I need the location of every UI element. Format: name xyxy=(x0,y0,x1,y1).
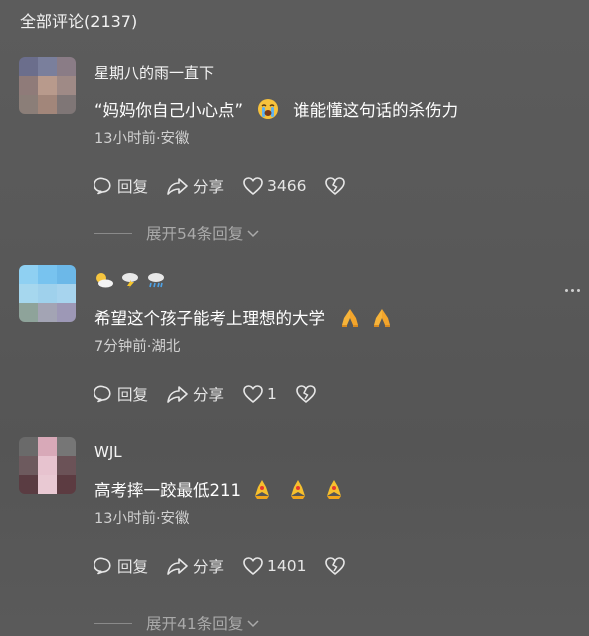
dot xyxy=(577,288,580,292)
like-button[interactable]: 1401 xyxy=(242,556,306,576)
share-icon xyxy=(167,386,188,403)
avatar[interactable] xyxy=(19,265,76,322)
chick-hands-emoji xyxy=(287,478,309,500)
more-options-button[interactable] xyxy=(565,285,583,295)
username[interactable] xyxy=(94,268,166,292)
reply-button[interactable]: 回复 xyxy=(94,555,148,577)
dot xyxy=(571,288,574,292)
share-button[interactable]: 分享 xyxy=(166,555,224,577)
divider xyxy=(94,622,132,624)
broken-heart-icon xyxy=(325,177,346,195)
chevron-down-icon xyxy=(247,620,259,628)
chick-hands-emoji xyxy=(251,478,273,500)
avatar[interactable] xyxy=(19,437,76,494)
like-button[interactable]: 3466 xyxy=(242,176,306,196)
reply-button[interactable]: 回复 xyxy=(94,383,148,405)
lightning-cloud-icon xyxy=(122,273,138,289)
like-count: 1401 xyxy=(267,557,307,575)
comment-text: “妈妈你自己小心点” 谁能懂这句话的杀伤力 xyxy=(94,96,458,122)
dislike-button[interactable] xyxy=(295,384,317,404)
share-button[interactable]: 分享 xyxy=(166,175,224,197)
heart-icon xyxy=(243,385,263,403)
crying-face-emoji xyxy=(257,98,279,120)
heart-icon xyxy=(243,557,263,575)
username[interactable]: 星期八的雨一直下 xyxy=(94,62,214,83)
broken-heart-icon xyxy=(296,385,316,403)
dislike-button[interactable] xyxy=(324,556,346,576)
rain-cloud-icon xyxy=(148,273,164,288)
heart-icon xyxy=(243,177,263,195)
dislike-button[interactable] xyxy=(324,176,346,196)
avatar[interactable] xyxy=(19,57,76,114)
sun-behind-cloud-icon xyxy=(96,273,113,288)
expand-replies-button[interactable]: 展开41条回复 xyxy=(94,611,261,635)
share-icon xyxy=(167,178,188,195)
reply-icon xyxy=(94,385,111,403)
comment-meta: 7分钟前·湖北 xyxy=(94,339,181,355)
chick-hands-emoji xyxy=(323,478,345,500)
like-count: 1 xyxy=(267,385,277,403)
broken-heart-icon xyxy=(325,557,346,575)
comments-count: (2137) xyxy=(84,12,138,31)
reply-icon xyxy=(94,557,111,575)
expand-replies-button[interactable]: 展开54条回复 xyxy=(94,221,261,245)
username[interactable]: WJL xyxy=(94,443,122,461)
reply-icon xyxy=(94,177,111,195)
chevron-down-icon xyxy=(247,230,259,238)
dot xyxy=(565,288,568,292)
comment-meta: 13小时前·安徽 xyxy=(94,511,190,527)
folded-hands-emoji xyxy=(371,306,393,328)
like-button[interactable]: 1 xyxy=(242,384,277,404)
folded-hands-emoji xyxy=(339,306,361,328)
comments-header: 全部评论 (2137) xyxy=(20,10,137,34)
comment-text: 希望这个孩子能考上理想的大学 xyxy=(94,304,407,330)
share-button[interactable]: 分享 xyxy=(166,383,224,405)
share-icon xyxy=(167,558,188,575)
comment-text: 高考摔一跤最低211 xyxy=(94,476,359,502)
comment-meta: 13小时前·安徽 xyxy=(94,131,190,147)
like-count: 3466 xyxy=(267,177,307,195)
reply-button[interactable]: 回复 xyxy=(94,175,148,197)
divider xyxy=(94,232,132,234)
comments-title: 全部评论 xyxy=(20,12,85,31)
